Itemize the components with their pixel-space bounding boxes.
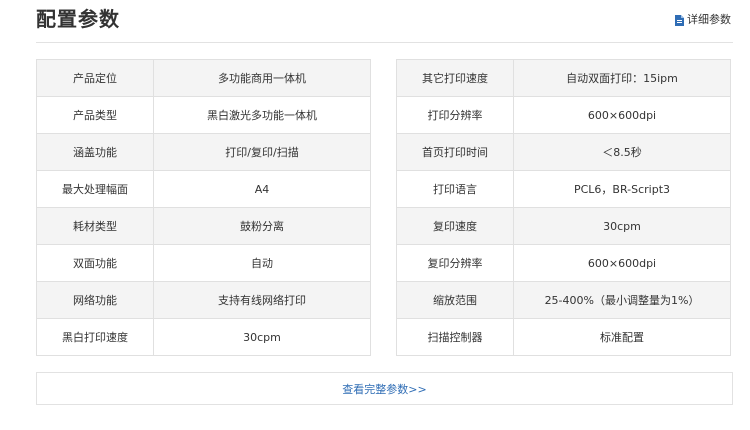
table-row: 网络功能 支持有线网络打印	[36, 281, 371, 319]
table-row: 打印分辨率 600×600dpi	[396, 96, 731, 134]
param-value: 标准配置	[513, 318, 731, 356]
table-row: 扫描控制器 标准配置	[396, 318, 731, 356]
table-row: 缩放范围 25-400%（最小调整量为1%）	[396, 281, 731, 319]
param-value: 打印/复印/扫描	[153, 133, 371, 171]
param-label: 涵盖功能	[36, 133, 154, 171]
param-value: 30cpm	[153, 318, 371, 356]
table-row: 耗材类型 鼓粉分离	[36, 207, 371, 245]
view-full-params-link[interactable]: 查看完整参数>>	[342, 381, 426, 397]
param-label: 网络功能	[36, 281, 154, 319]
view-full-params-bar: 查看完整参数>>	[36, 372, 733, 405]
param-label: 最大处理幅面	[36, 170, 154, 208]
param-value: 25-400%（最小调整量为1%）	[513, 281, 731, 319]
param-value: 30cpm	[513, 207, 731, 245]
param-label: 打印语言	[396, 170, 514, 208]
param-label: 双面功能	[36, 244, 154, 282]
section-header: 配置参数 详细参数	[36, 0, 733, 43]
param-label: 复印速度	[396, 207, 514, 245]
table-row: 双面功能 自动	[36, 244, 371, 282]
param-value: ＜8.5秒	[513, 133, 731, 171]
param-value: 600×600dpi	[513, 96, 731, 134]
table-row: 最大处理幅面 A4	[36, 170, 371, 208]
table-row: 产品定位 多功能商用一体机	[36, 59, 371, 97]
table-row: 打印语言 PCL6，BR-Script3	[396, 170, 731, 208]
param-value: PCL6，BR-Script3	[513, 170, 731, 208]
page-title: 配置参数	[36, 7, 120, 31]
param-value: A4	[153, 170, 371, 208]
param-label: 黑白打印速度	[36, 318, 154, 356]
table-row: 首页打印时间 ＜8.5秒	[396, 133, 731, 171]
table-row: 黑白打印速度 30cpm	[36, 318, 371, 356]
params-table-right: 其它打印速度 自动双面打印：15ipm 打印分辨率 600×600dpi 首页打…	[396, 59, 731, 356]
document-icon	[675, 14, 684, 26]
detail-params-link[interactable]: 详细参数	[675, 12, 731, 28]
param-label: 首页打印时间	[396, 133, 514, 171]
table-row: 其它打印速度 自动双面打印：15ipm	[396, 59, 731, 97]
param-label: 产品类型	[36, 96, 154, 134]
param-value: 支持有线网络打印	[153, 281, 371, 319]
table-row: 产品类型 黑白激光多功能一体机	[36, 96, 371, 134]
param-value: 600×600dpi	[513, 244, 731, 282]
param-label: 耗材类型	[36, 207, 154, 245]
param-value: 多功能商用一体机	[153, 59, 371, 97]
table-row: 复印分辨率 600×600dpi	[396, 244, 731, 282]
param-label: 产品定位	[36, 59, 154, 97]
param-value: 自动双面打印：15ipm	[513, 59, 731, 97]
param-label: 其它打印速度	[396, 59, 514, 97]
param-value: 自动	[153, 244, 371, 282]
params-table-left: 产品定位 多功能商用一体机 产品类型 黑白激光多功能一体机 涵盖功能 打印/复印…	[36, 59, 371, 356]
param-label: 扫描控制器	[396, 318, 514, 356]
param-value: 鼓粉分离	[153, 207, 371, 245]
param-value: 黑白激光多功能一体机	[153, 96, 371, 134]
table-row: 涵盖功能 打印/复印/扫描	[36, 133, 371, 171]
detail-params-label: 详细参数	[687, 13, 731, 26]
param-label: 打印分辨率	[396, 96, 514, 134]
table-row: 复印速度 30cpm	[396, 207, 731, 245]
param-label: 复印分辨率	[396, 244, 514, 282]
param-label: 缩放范围	[396, 281, 514, 319]
